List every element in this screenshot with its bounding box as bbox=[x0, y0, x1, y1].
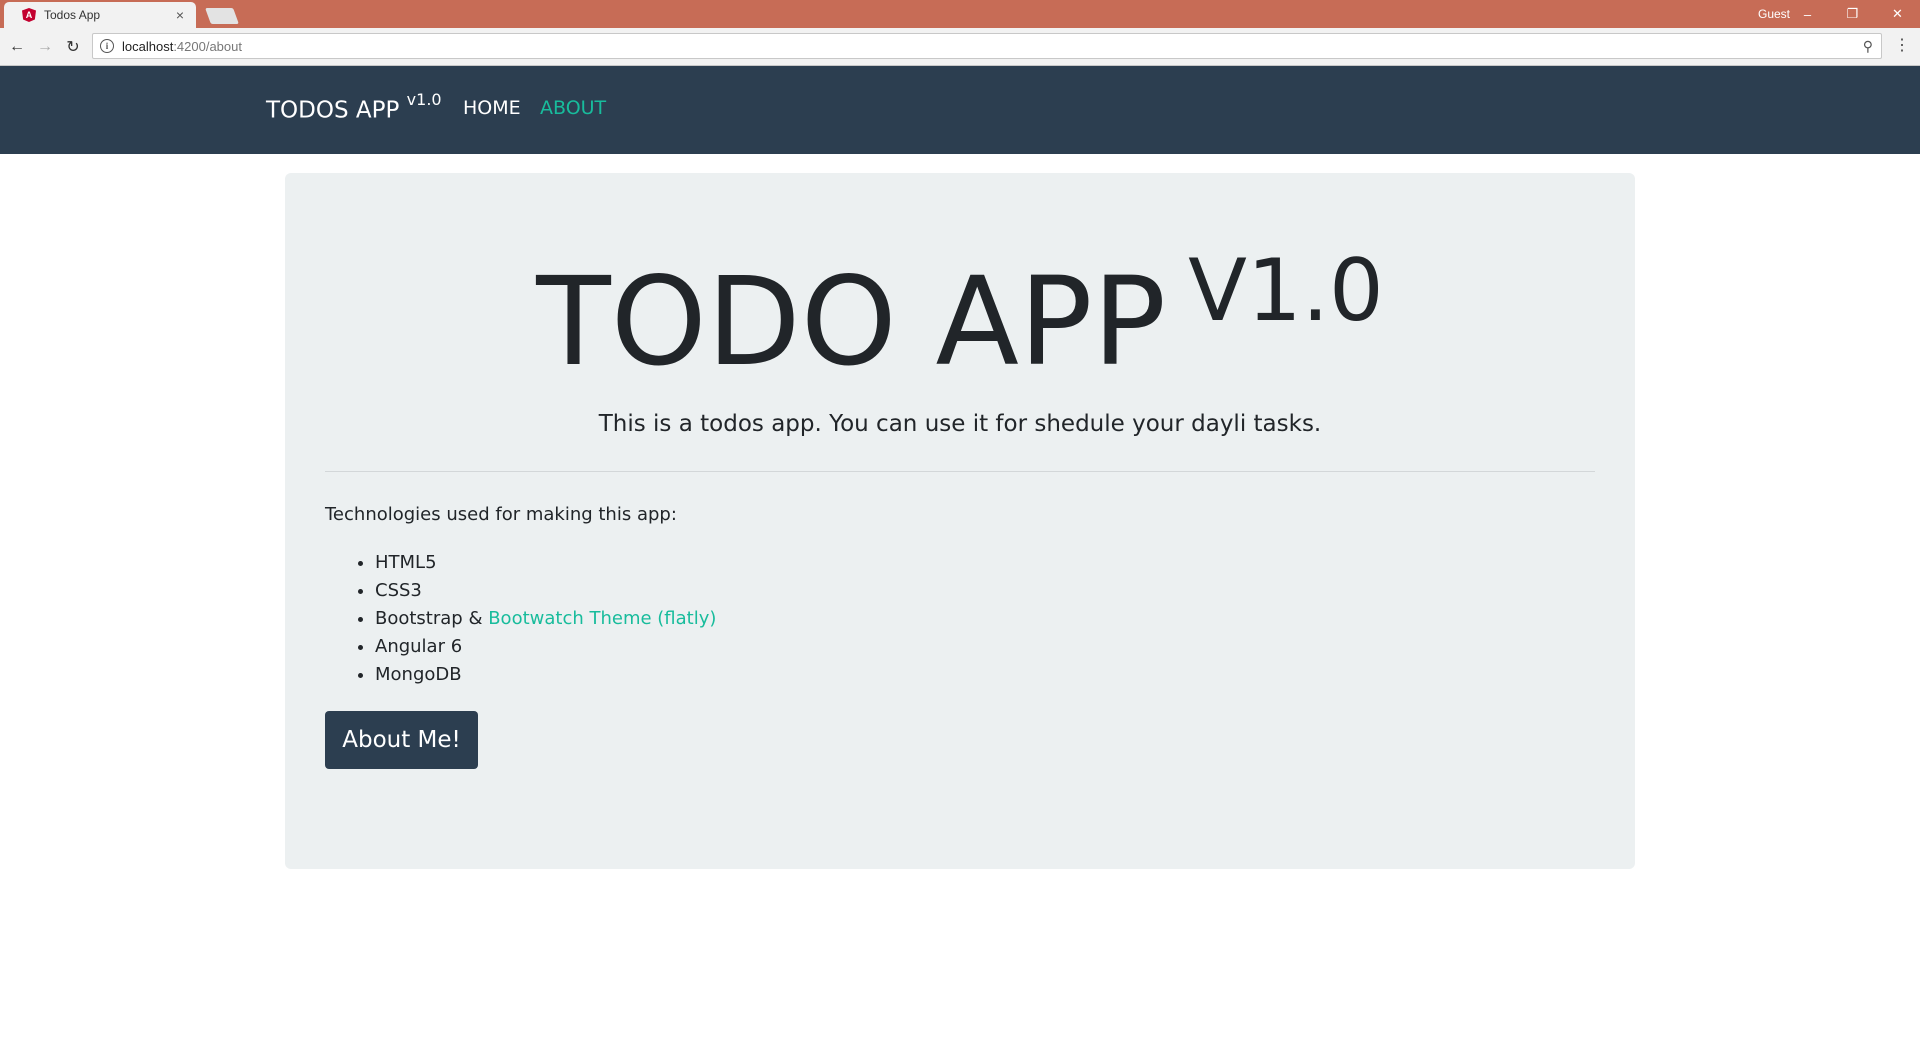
nav-link-about[interactable]: ABOUT bbox=[540, 97, 606, 119]
browser-toolbar: ← → ↻ i localhost :4200/about ⚲ ⋮ bbox=[0, 28, 1920, 66]
tab-title: Todos App bbox=[44, 8, 101, 22]
tech-item-label: CSS3 bbox=[375, 580, 422, 601]
window-controls: – ❐ ✕ bbox=[1785, 0, 1920, 28]
forward-arrow-icon[interactable]: → bbox=[34, 36, 56, 58]
list-item: MongoDB bbox=[375, 661, 716, 689]
list-item: Bootstrap & Bootwatch Theme (flatly) bbox=[375, 605, 716, 633]
new-tab-button[interactable] bbox=[205, 8, 239, 24]
list-item: HTML5 bbox=[375, 549, 716, 577]
browser-menu-icon[interactable]: ⋮ bbox=[1894, 36, 1910, 56]
site-info-icon[interactable]: i bbox=[100, 39, 114, 53]
app-navbar: TODOS APP v1.0 HOME ABOUT bbox=[0, 66, 1920, 154]
about-jumbotron: TODO APP V1.0 This is a todos app. You ca… bbox=[285, 173, 1635, 869]
tech-intro: Technologies used for making this app: bbox=[325, 504, 677, 525]
divider bbox=[325, 471, 1595, 472]
tech-item-label: Angular 6 bbox=[375, 636, 463, 657]
page-title: TODO APP V1.0 bbox=[285, 248, 1635, 383]
nav-link-home[interactable]: HOME bbox=[463, 97, 521, 119]
tab-close-icon[interactable]: × bbox=[172, 7, 188, 23]
window-close-icon[interactable]: ✕ bbox=[1875, 0, 1920, 28]
browser-tab[interactable]: A Todos App × bbox=[4, 2, 196, 28]
about-me-button[interactable]: About Me! bbox=[325, 711, 478, 769]
brand-name: TODOS APP bbox=[266, 97, 400, 124]
navbar-brand[interactable]: TODOS APP v1.0 bbox=[266, 90, 442, 124]
page-title-version: V1.0 bbox=[1188, 241, 1384, 341]
restore-icon[interactable]: ❐ bbox=[1830, 0, 1875, 28]
minimize-icon[interactable]: – bbox=[1785, 0, 1830, 28]
list-item: CSS3 bbox=[375, 577, 716, 605]
bootwatch-theme-link[interactable]: Bootwatch Theme (flatly) bbox=[488, 608, 716, 629]
zoom-icon[interactable]: ⚲ bbox=[1863, 38, 1873, 55]
lead-text: This is a todos app. You can use it for … bbox=[598, 411, 1322, 437]
url-path: :4200/about bbox=[173, 38, 242, 54]
browser-tabstrip: A Todos App × Guest – ❐ ✕ bbox=[0, 0, 1920, 28]
list-item: Angular 6 bbox=[375, 633, 716, 661]
tech-list: HTML5 CSS3 Bootstrap & Bootwatch Theme (… bbox=[325, 549, 716, 689]
angular-favicon-icon: A bbox=[22, 8, 36, 22]
tech-item-label: HTML5 bbox=[375, 552, 437, 573]
brand-version: v1.0 bbox=[406, 90, 442, 109]
page-title-text: TODO APP bbox=[536, 251, 1167, 393]
tech-item-label: MongoDB bbox=[375, 664, 462, 685]
url-host: localhost bbox=[122, 38, 174, 54]
back-arrow-icon[interactable]: ← bbox=[6, 36, 28, 58]
tech-item-label: Bootstrap & bbox=[375, 608, 489, 629]
reload-icon[interactable]: ↻ bbox=[62, 36, 84, 58]
address-bar[interactable]: i localhost :4200/about ⚲ bbox=[92, 33, 1882, 59]
